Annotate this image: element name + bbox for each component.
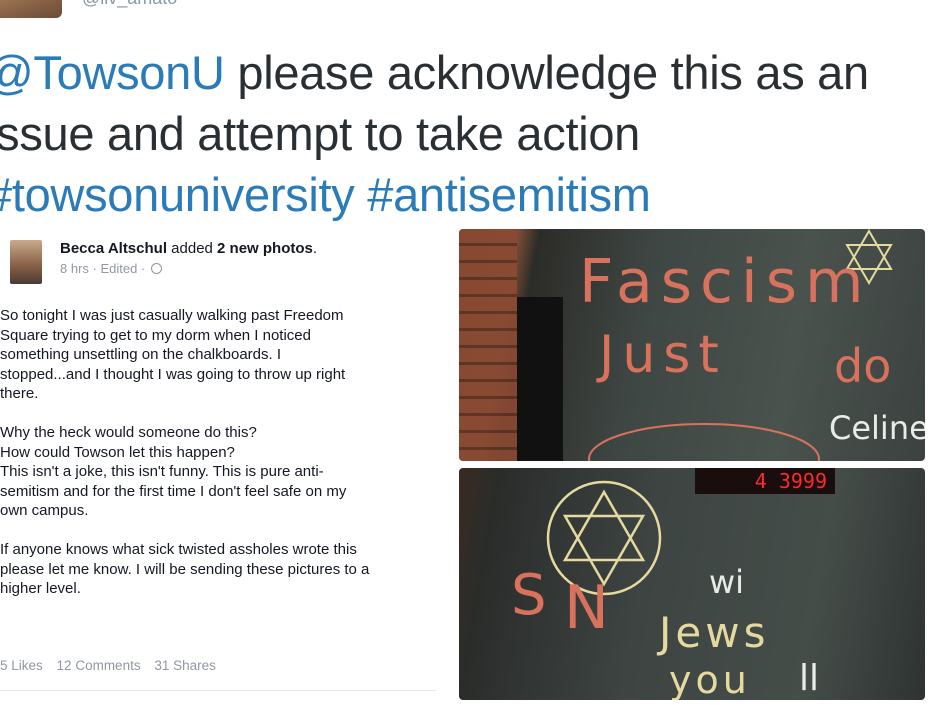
fb-body-line: own campus. bbox=[0, 502, 89, 519]
chalk-word: wi bbox=[709, 563, 745, 601]
fb-post-meta: 8 hrs · Edited · bbox=[60, 261, 162, 276]
chalk-word: do bbox=[834, 339, 892, 393]
fb-comments-count: 12 Comments bbox=[56, 658, 141, 673]
fb-body-line: So tonight I was just casually walking p… bbox=[0, 307, 344, 324]
fb-action-prefix: added bbox=[167, 240, 218, 257]
chalk-word: you bbox=[669, 658, 751, 700]
fb-body-line: there. bbox=[0, 385, 39, 402]
fb-action-bold: 2 new photos bbox=[217, 240, 313, 257]
fb-body-line: If anyone knows what sick twisted asshol… bbox=[0, 541, 357, 558]
brick-wall bbox=[459, 229, 517, 461]
chalk-word: Fascism bbox=[579, 247, 872, 317]
fb-body-line: please let me know. I will be sending th… bbox=[0, 560, 370, 578]
fb-shares-count: 31 Shares bbox=[154, 658, 216, 673]
chalk-word: ll bbox=[799, 658, 820, 699]
fb-action-suffix: . bbox=[312, 240, 318, 257]
hashtag-antisemitism[interactable]: #antisemitism bbox=[367, 168, 651, 221]
author-avatar[interactable] bbox=[0, 0, 62, 18]
author-handle[interactable]: @liv_amato bbox=[82, 0, 177, 9]
globe-icon bbox=[150, 263, 162, 274]
fb-author-name: Becca Altschul bbox=[60, 240, 167, 257]
tweet-text-line1: please acknowledge this as an bbox=[224, 46, 869, 99]
fb-paragraph-3: If anyone knows what sick twisted asshol… bbox=[0, 540, 436, 599]
fb-body-line: This isn't a joke, this isn't funny. Thi… bbox=[0, 463, 324, 480]
tweet-photo-1[interactable]: Fascism Just do Celine bbox=[459, 229, 925, 461]
chalk-letter: S bbox=[511, 563, 547, 628]
chalk-letter: N bbox=[564, 573, 609, 643]
hashtag-towsonuniversity[interactable]: #towsonuniversity bbox=[0, 168, 355, 221]
chalk-word: Celine bbox=[829, 409, 925, 447]
fb-post-body: So tonight I was just casually walking p… bbox=[0, 306, 436, 618]
guidelines-sign bbox=[517, 297, 563, 461]
fb-meta-text: 8 hrs · Edited · bbox=[60, 261, 149, 276]
mention-link[interactable]: @TowsonU bbox=[0, 46, 225, 99]
chalk-word: Just bbox=[599, 325, 727, 385]
fb-engagement-stats: 5 Likes 12 Comments 31 Shares bbox=[0, 658, 226, 673]
fb-post-header: Becca Altschul added 2 new photos. bbox=[60, 240, 317, 257]
fb-body-line: Square trying to get to my dorm when I n… bbox=[0, 326, 311, 344]
facebook-post-screenshot: Becca Altschul added 2 new photos. 8 hrs… bbox=[0, 236, 440, 696]
fb-likes-count: 5 Likes bbox=[0, 658, 43, 673]
fb-body-line: stopped...and I thought I was going to t… bbox=[0, 365, 346, 383]
tweet-text-line2: issue and attempt to take action bbox=[0, 107, 641, 160]
chalk-outline-drawing bbox=[588, 423, 820, 461]
led-counter: 4 3999 bbox=[695, 468, 835, 494]
fb-body-line: higher level. bbox=[0, 580, 81, 597]
fb-avatar bbox=[10, 240, 42, 284]
chalk-word: Jews bbox=[659, 608, 770, 657]
fb-paragraph-1: So tonight I was just casually walking p… bbox=[0, 306, 436, 404]
tweet-photo-2[interactable]: 4 3999 S N wi Jews you ll bbox=[459, 468, 925, 700]
fb-body-line: something unsettling on the chalkboards.… bbox=[0, 346, 282, 363]
fb-body-line: How could Towson let this happen? bbox=[0, 443, 235, 461]
fb-paragraph-2: Why the heck would someone do this? How … bbox=[0, 423, 436, 521]
fb-body-line: semitism and for the first time I don't … bbox=[0, 482, 347, 500]
fb-body-line: Why the heck would someone do this? bbox=[0, 424, 257, 441]
tweet-text: @TowsonU please acknowledge this as an i… bbox=[0, 42, 926, 225]
fb-divider bbox=[0, 690, 436, 691]
